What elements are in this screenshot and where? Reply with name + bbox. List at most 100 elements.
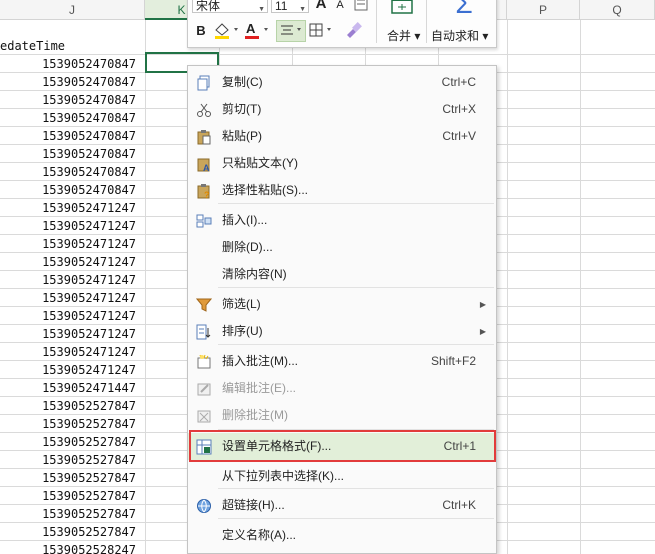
header-cell[interactable]: edateTime bbox=[0, 37, 145, 55]
font-size-select[interactable]: 11 ▼ bbox=[271, 0, 309, 13]
cell-value[interactable]: 1539052528247 bbox=[0, 541, 145, 554]
menu-item-shortcut: Ctrl+C bbox=[441, 75, 476, 89]
cell-value[interactable]: 1539052527847 bbox=[0, 433, 145, 451]
shrink-font-button[interactable]: A bbox=[332, 0, 348, 15]
cell-style-icon bbox=[354, 0, 368, 11]
format-painter-button[interactable] bbox=[342, 21, 364, 41]
bold-icon: B bbox=[196, 23, 206, 38]
menu-item-label: 编辑批注(E)... bbox=[222, 381, 296, 395]
paint-bucket-icon bbox=[215, 23, 238, 39]
cell-value[interactable]: 1539052471247 bbox=[0, 253, 145, 271]
font-color-button[interactable]: A bbox=[244, 21, 272, 41]
autosum-label: 自动求和 bbox=[431, 29, 480, 43]
menu-item-9[interactable]: 排序(U) ▶ bbox=[188, 318, 496, 345]
menu-item-label: 剪切(T) bbox=[222, 102, 262, 116]
filter-icon bbox=[195, 296, 213, 312]
cell-value[interactable]: 1539052527847 bbox=[0, 523, 145, 541]
shrink-font-icon: A bbox=[336, 0, 344, 11]
cell-value[interactable]: 1539052471247 bbox=[0, 289, 145, 307]
cell-value[interactable]: 1539052471247 bbox=[0, 199, 145, 217]
paste-special-icon: ? bbox=[196, 182, 212, 200]
cell-value[interactable]: 1539052527847 bbox=[0, 397, 145, 415]
menu-item-15[interactable]: 超链接(H)... Ctrl+K bbox=[188, 492, 496, 519]
svg-text:A: A bbox=[203, 163, 210, 172]
submenu-arrow-icon: ▶ bbox=[479, 300, 486, 309]
cell-value[interactable]: 1539052471247 bbox=[0, 271, 145, 289]
merge-label: 合并 bbox=[387, 29, 412, 43]
menu-item-16[interactable]: 定义名称(A)... bbox=[188, 522, 496, 549]
column-header-p[interactable]: P bbox=[507, 0, 580, 20]
grow-font-button[interactable]: A bbox=[312, 0, 330, 14]
menu-item-shortcut: Ctrl+X bbox=[442, 102, 476, 116]
cell-value[interactable]: 1539052470847 bbox=[0, 127, 145, 145]
column-header-j[interactable]: J bbox=[0, 0, 145, 20]
cell-value[interactable]: 1539052527847 bbox=[0, 451, 145, 469]
cell-value[interactable]: 1539052470847 bbox=[0, 163, 145, 181]
cell-value[interactable]: 1539052527847 bbox=[0, 469, 145, 487]
menu-item-1[interactable]: 剪切(T) Ctrl+X bbox=[188, 96, 496, 123]
svg-text:?: ? bbox=[204, 190, 210, 199]
menu-item-7[interactable]: 清除内容(N) bbox=[188, 261, 496, 288]
copy-icon bbox=[196, 74, 212, 91]
menu-item-label: 插入批注(M)... bbox=[222, 354, 298, 368]
menu-item-3[interactable]: A 只粘贴文本(Y) bbox=[188, 150, 496, 177]
menu-item-8[interactable]: 筛选(L) ▶ bbox=[188, 291, 496, 318]
cell-value[interactable]: 1539052471247 bbox=[0, 343, 145, 361]
menu-item-label: 筛选(L) bbox=[222, 297, 261, 311]
grow-font-icon: A bbox=[315, 0, 327, 12]
align-center-button[interactable] bbox=[276, 20, 306, 42]
cell-value[interactable]: 1539052470847 bbox=[0, 109, 145, 127]
cell-value[interactable]: 1539052471247 bbox=[0, 217, 145, 235]
menu-item-label: 从下拉列表中选择(K)... bbox=[222, 469, 344, 483]
cell-value[interactable]: 1539052470847 bbox=[0, 181, 145, 199]
cell-value[interactable]: 1539052471247 bbox=[0, 307, 145, 325]
menu-item-4[interactable]: ? 选择性粘贴(S)... bbox=[188, 177, 496, 204]
menu-item-label: 删除批注(M) bbox=[222, 408, 288, 422]
menu-item-label: 清除内容(N) bbox=[222, 267, 287, 281]
menu-item-2[interactable]: 粘贴(P) Ctrl+V bbox=[188, 123, 496, 150]
cell-value[interactable]: 1539052470847 bbox=[0, 73, 145, 91]
font-name-value: 宋体 bbox=[196, 0, 221, 13]
menu-item-0[interactable]: 复制(C) Ctrl+C bbox=[188, 69, 496, 96]
cell-value[interactable]: 1539052527847 bbox=[0, 487, 145, 505]
menu-item-6[interactable]: 删除(D)... bbox=[188, 234, 496, 261]
borders-icon bbox=[309, 23, 331, 37]
menu-item-5[interactable]: 插入(I)... bbox=[188, 207, 496, 234]
column-header-q[interactable]: Q bbox=[580, 0, 655, 20]
menu-item-14[interactable]: 从下拉列表中选择(K)... bbox=[188, 463, 496, 490]
cell-value[interactable]: 1539052471447 bbox=[0, 379, 145, 397]
cell-style-button[interactable] bbox=[352, 0, 370, 15]
fill-color-button[interactable] bbox=[212, 21, 242, 41]
cell-value[interactable]: 1539052470847 bbox=[0, 55, 145, 73]
cell-value[interactable]: 1539052471247 bbox=[0, 325, 145, 343]
merge-button-icon-wrap[interactable] bbox=[390, 0, 414, 17]
font-name-select[interactable]: 宋体 ▼ bbox=[192, 0, 268, 13]
menu-item-shortcut: Ctrl+V bbox=[442, 129, 476, 143]
autosum-icon[interactable]: Σ bbox=[450, 0, 478, 19]
comment-delete-icon bbox=[196, 407, 212, 423]
sort-icon bbox=[196, 323, 212, 340]
menu-item-shortcut: Shift+F2 bbox=[430, 354, 476, 368]
menu-item-12: 删除批注(M) bbox=[188, 402, 496, 429]
bold-button[interactable]: B bbox=[192, 21, 210, 41]
paste-text-icon: A bbox=[196, 155, 212, 173]
font-color-swatch bbox=[245, 28, 268, 39]
merge-cells-icon bbox=[391, 0, 413, 14]
cell-value[interactable]: 1539052527847 bbox=[0, 415, 145, 433]
cell-value[interactable]: 1539052470847 bbox=[0, 91, 145, 109]
cell-value[interactable]: 1539052527847 bbox=[0, 505, 145, 523]
cell-value[interactable]: 1539052470847 bbox=[0, 145, 145, 163]
merge-button[interactable]: 合并 ▾ bbox=[387, 27, 420, 44]
menu-item-10[interactable]: 插入批注(M)... Shift+F2 bbox=[188, 348, 496, 375]
comment-edit-icon bbox=[196, 380, 212, 396]
autosum-button[interactable]: 自动求和 ▾ bbox=[431, 27, 488, 44]
menu-item-label: 定义名称(A)... bbox=[222, 528, 296, 542]
borders-button[interactable] bbox=[308, 21, 336, 41]
menu-item-11: 编辑批注(E)... bbox=[188, 375, 496, 402]
hyperlink-icon bbox=[196, 497, 212, 513]
chevron-down-icon: ▼ bbox=[258, 6, 265, 13]
menu-item-label: 粘贴(P) bbox=[222, 129, 262, 143]
mini-toolbar: 宋体 ▼ 11 ▼ A A B A 合并 ▾ Σ 自动求和 ▾ bbox=[187, 0, 497, 48]
cell-value[interactable]: 1539052471247 bbox=[0, 361, 145, 379]
cell-value[interactable]: 1539052471247 bbox=[0, 235, 145, 253]
